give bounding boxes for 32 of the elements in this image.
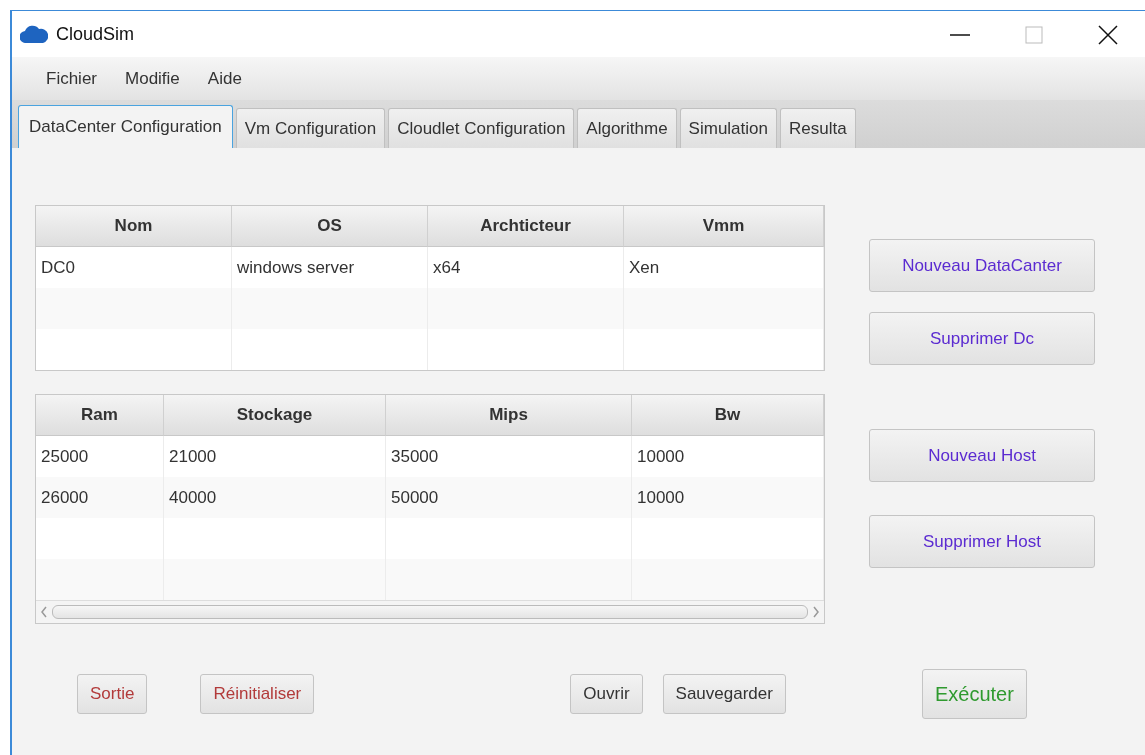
- column-header[interactable]: Mips: [386, 395, 632, 436]
- action-button[interactable]: Sauvegarder: [662, 674, 786, 714]
- action-button[interactable]: Nouveau Host: [869, 429, 1095, 482]
- menu-item[interactable]: Modifie: [111, 68, 194, 89]
- horizontal-scrollbar[interactable]: [36, 600, 824, 623]
- column-header[interactable]: Nom: [36, 206, 232, 247]
- column-header[interactable]: Archticteur: [428, 206, 624, 247]
- cloud-icon: [20, 25, 48, 43]
- column-header[interactable]: OS: [232, 206, 428, 247]
- window-title: CloudSim: [56, 23, 135, 45]
- tab[interactable]: Resulta: [780, 108, 856, 148]
- table-cell: 10000: [632, 477, 824, 518]
- column-header[interactable]: Stockage: [164, 395, 386, 436]
- table-cell: 50000: [386, 477, 632, 518]
- table-cell: 26000: [36, 477, 164, 518]
- tab[interactable]: Simulation: [679, 108, 777, 148]
- action-button[interactable]: Nouveau DataCanter: [869, 239, 1095, 292]
- column-header[interactable]: Bw: [632, 395, 824, 436]
- tab[interactable]: Cloudlet Configuration: [388, 108, 575, 148]
- tab[interactable]: Algorithme: [577, 108, 677, 148]
- tab[interactable]: Vm Configuration: [235, 108, 386, 148]
- menu-item[interactable]: Aide: [193, 68, 256, 89]
- action-button[interactable]: Réinitialiser: [200, 674, 315, 714]
- menu-item[interactable]: Fichier: [32, 68, 111, 89]
- action-button[interactable]: Supprimer Host: [869, 515, 1095, 568]
- column-header[interactable]: Ram: [36, 395, 164, 436]
- table-cell: 40000: [164, 477, 386, 518]
- column-header[interactable]: Vmm: [624, 206, 824, 247]
- action-button[interactable]: Supprimer Dc: [869, 312, 1095, 365]
- action-button[interactable]: Ouvrir: [570, 674, 643, 714]
- action-button[interactable]: Sortie: [77, 674, 148, 714]
- tab[interactable]: DataCenter Configuration: [18, 105, 233, 148]
